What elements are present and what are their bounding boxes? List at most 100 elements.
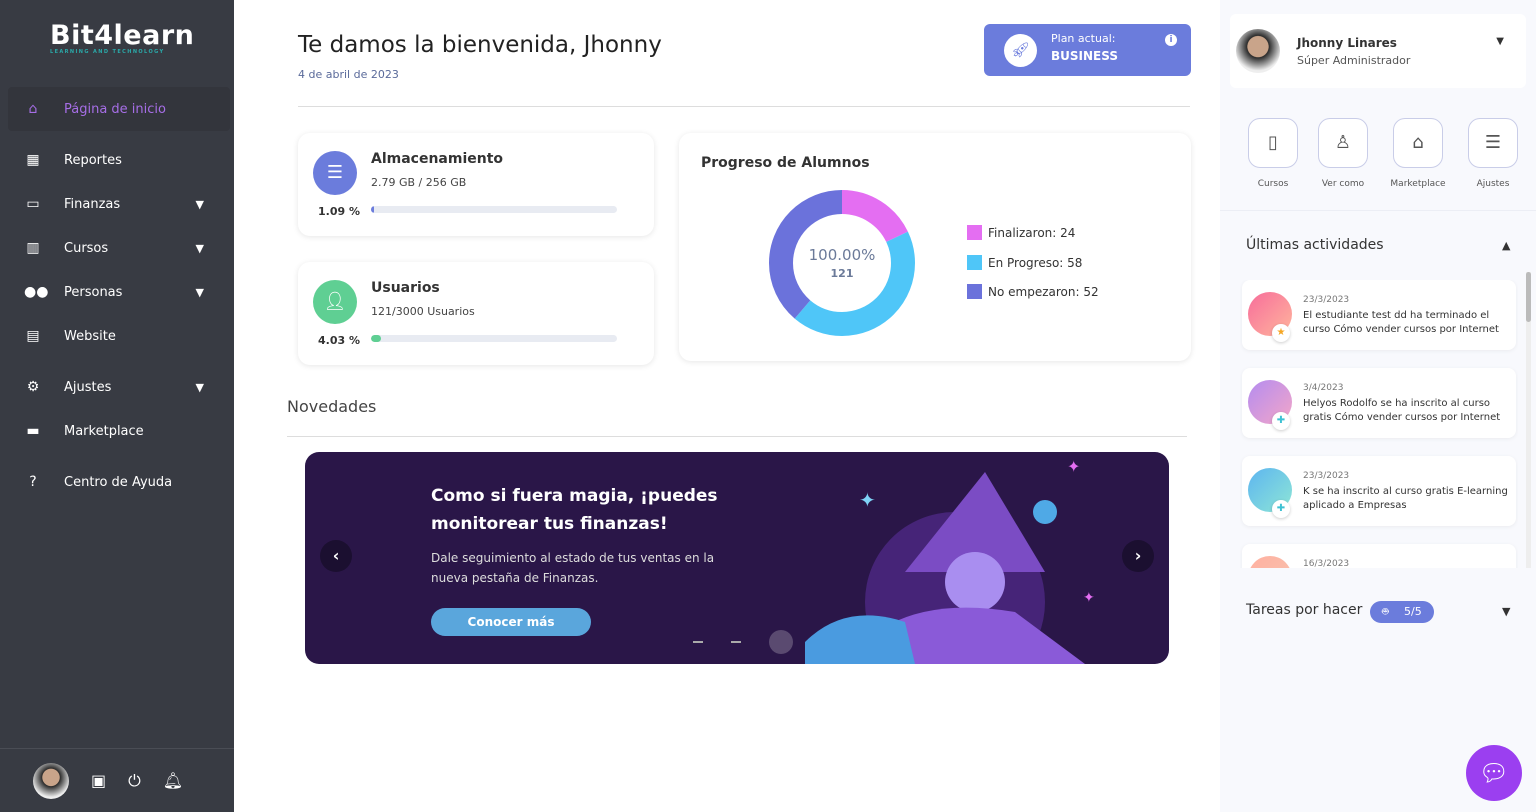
- brand-name: Bit4learn: [50, 20, 195, 51]
- info-icon[interactable]: i: [1165, 34, 1177, 46]
- table-icon: ▤: [26, 328, 40, 344]
- sidebar-footer: ▣ ⏻ 🔔︎: [0, 748, 234, 812]
- sidebar-item-ayuda[interactable]: ? Centro de Ayuda: [8, 460, 230, 504]
- activity-item[interactable]: 16/3/2023: [1242, 544, 1516, 568]
- sidebar-item-cursos[interactable]: ▥ Cursos ▼: [8, 226, 230, 270]
- legend-label: En Progreso: 58: [988, 255, 1083, 270]
- joystick-icon: ♙: [1318, 118, 1368, 168]
- plan-card[interactable]: 🚀︎ Plan actual: BUSINESS i: [984, 24, 1191, 76]
- people-icon: ●●: [24, 284, 49, 300]
- legend-label: Finalizaron: 24: [988, 225, 1076, 240]
- prev-slide-button[interactable]: ‹: [320, 540, 352, 572]
- user-menu[interactable]: Jhonny Linares Súper Administrador ▼: [1230, 14, 1526, 88]
- server-icon: ☰: [313, 151, 357, 195]
- sidebar-item-label: Finanzas: [64, 196, 121, 212]
- user-lock-icon: 👤︎: [313, 280, 357, 324]
- sidebar-item-label: Marketplace: [64, 423, 144, 439]
- chevron-down-icon: ▼: [195, 241, 204, 255]
- sidebar-item-finanzas[interactable]: ▭ Finanzas ▼: [8, 182, 230, 226]
- divider: [298, 106, 1190, 107]
- robot-icon: 🤖︎: [1382, 605, 1389, 618]
- bell-icon[interactable]: 🔔︎: [163, 771, 183, 790]
- books-icon: ▥: [26, 240, 40, 256]
- divider: [1220, 210, 1536, 211]
- quick-label: Marketplace: [1390, 179, 1446, 189]
- carousel-dot[interactable]: [731, 641, 741, 643]
- sliders-icon: ☰: [1468, 118, 1518, 168]
- chevron-down-icon[interactable]: ▼: [1502, 605, 1510, 618]
- sidebar-item-reportes[interactable]: ▦ Reportes: [8, 138, 230, 182]
- sidebar-item-label: Personas: [64, 284, 123, 300]
- quick-label: Cursos: [1257, 179, 1289, 189]
- activity-item[interactable]: ✚ 23/3/2023 K se ha inscrito al curso grat…: [1242, 456, 1516, 526]
- activity-text: Helyos Rodolfo se ha inscrito al curso g…: [1303, 398, 1501, 423]
- chevron-down-icon: ▼: [195, 380, 204, 394]
- chat-button[interactable]: 💬︎: [1466, 745, 1522, 801]
- calendar-icon[interactable]: ▣: [91, 771, 106, 790]
- sidebar-item-marketplace[interactable]: ▬ Marketplace: [8, 409, 230, 453]
- carousel-dots: [693, 630, 793, 654]
- user-role: Súper Administrador: [1297, 54, 1411, 67]
- learn-more-button[interactable]: Conocer más: [431, 608, 591, 636]
- gear-icon: ⚙: [26, 379, 40, 395]
- activity-item[interactable]: ✚ 3/4/2023 Helyos Rodolfo se ha inscrito a…: [1242, 368, 1516, 438]
- quick-marketplace[interactable]: ⌂ Marketplace: [1380, 118, 1456, 189]
- users-title: Usuarios: [371, 280, 440, 296]
- banner-title: Como si fuera magia, ¡puedes monitorear …: [431, 486, 718, 534]
- store-icon: ⌂: [1393, 118, 1443, 168]
- sidebar: Bit4learn LEARNING AND TECHNOLOGY ⌂ Página…: [0, 0, 234, 812]
- quick-cursos[interactable]: ▯ Cursos: [1235, 118, 1311, 189]
- activities-list: ★ 23/3/2023 El estudiante test dd ha termi…: [1240, 280, 1518, 568]
- activity-date: 16/3/2023: [1303, 559, 1350, 568]
- quick-ver-como[interactable]: ♙ Ver como: [1305, 118, 1381, 189]
- storage-detail: 2.79 GB / 256 GB: [371, 176, 467, 189]
- quick-ajustes[interactable]: ☰ Ajustes: [1455, 118, 1531, 189]
- chat-icon: 💬︎: [1478, 759, 1510, 787]
- plus-icon: ✚: [1272, 412, 1290, 430]
- sidebar-item-label: Ajustes: [64, 379, 112, 395]
- logo[interactable]: Bit4learn LEARNING AND TECHNOLOGY: [50, 20, 194, 55]
- svg-text:✦: ✦: [1083, 590, 1095, 606]
- store-icon: ▬: [26, 423, 40, 439]
- users-detail: 121/3000 Usuarios: [371, 305, 475, 318]
- tasks-title: Tareas por hacer: [1246, 602, 1363, 618]
- next-slide-button[interactable]: ›: [1122, 540, 1154, 572]
- activity-item[interactable]: ★ 23/3/2023 El estudiante test dd ha termi…: [1242, 280, 1516, 350]
- page-title: Te damos la bienvenida, Jhonny: [298, 32, 662, 58]
- sidebar-item-label: Reportes: [64, 152, 122, 168]
- legend-item: En Progreso: 58: [967, 255, 1082, 270]
- activity-date: 3/4/2023: [1303, 383, 1344, 393]
- tasks-count: 5/5: [1404, 605, 1422, 618]
- legend-item: Finalizaron: 24: [967, 225, 1075, 240]
- right-panel: Jhonny Linares Súper Administrador ▼ ▯ Cu…: [1220, 0, 1536, 812]
- chevron-down-icon: ▼: [195, 197, 204, 211]
- donut-center-total: 121: [830, 267, 854, 280]
- current-date: 4 de abril de 2023: [298, 68, 399, 81]
- divider: [287, 436, 1187, 437]
- carousel-dot[interactable]: [693, 641, 703, 643]
- avatar[interactable]: [33, 762, 69, 799]
- power-icon[interactable]: ⏻: [128, 771, 141, 791]
- wizard-illustration: ✦ ✦ ✦: [805, 457, 1095, 664]
- sidebar-item-label: Website: [64, 328, 116, 344]
- activities-scrollbar[interactable]: [1526, 272, 1531, 568]
- sidebar-item-personas[interactable]: ●● Personas ▼: [8, 270, 230, 314]
- carousel-dot-active[interactable]: [769, 630, 793, 654]
- storage-percent: 1.09 %: [318, 205, 360, 218]
- users-percent: 4.03 %: [318, 334, 360, 347]
- activity-text: K se ha inscrito al curso gratis E-learn…: [1303, 486, 1508, 511]
- storage-card: ☰ Almacenamiento 2.79 GB / 256 GB 1.09 %: [298, 133, 654, 236]
- activities-title: Últimas actividades: [1246, 237, 1384, 253]
- sidebar-item-home[interactable]: ⌂ Página de inicio: [8, 87, 230, 131]
- tasks-badge: 🤖︎ 5/5: [1370, 601, 1434, 623]
- news-banner: ✦ ✦ ✦ Como si fuera magia, ¡puedes monit…: [305, 452, 1169, 664]
- activity-date: 23/3/2023: [1303, 471, 1350, 481]
- sidebar-item-label: Página de inicio: [64, 101, 166, 117]
- sidebar-item-ajustes[interactable]: ⚙ Ajustes ▼: [8, 365, 230, 409]
- users-card: 👤︎ Usuarios 121/3000 Usuarios 4.03 %: [298, 262, 654, 365]
- chevron-up-icon[interactable]: ▲: [1502, 239, 1510, 252]
- main-content: Te damos la bienvenida, Jhonny 4 de abri…: [234, 0, 1220, 812]
- banner-text: Dale seguimiento al estado de tus ventas…: [431, 551, 715, 585]
- sidebar-item-website[interactable]: ▤ Website: [8, 314, 230, 358]
- sidebar-item-label: Centro de Ayuda: [64, 474, 173, 490]
